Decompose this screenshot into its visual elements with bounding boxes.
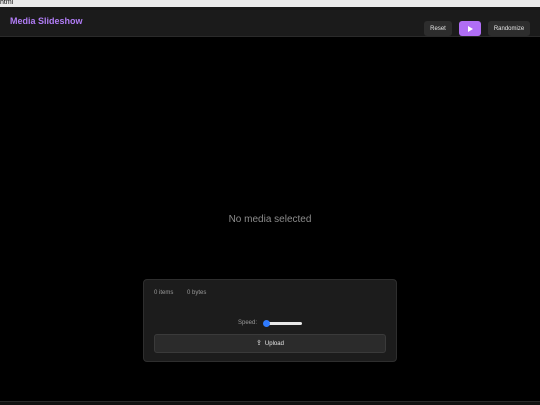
upload-label: Upload <box>264 340 284 347</box>
control-panel: 0 items 0 bytes Speed: ⇪ Upload <box>143 279 397 362</box>
app-header: Media Slideshow Reset Randomize <box>0 7 540 37</box>
empty-state-message: No media selected <box>228 214 312 225</box>
play-button[interactable] <box>459 21 481 36</box>
browser-strip: html <box>0 0 540 7</box>
upload-icon: ⇪ <box>256 340 262 347</box>
upload-button[interactable]: ⇪ Upload <box>154 334 386 353</box>
speed-slider[interactable] <box>262 320 302 327</box>
play-icon <box>467 25 473 32</box>
bottom-edge <box>0 401 540 405</box>
byte-count: 0 bytes <box>187 290 207 296</box>
speed-label: Speed: <box>238 320 258 326</box>
reset-button[interactable]: Reset <box>424 21 452 36</box>
randomize-button[interactable]: Randomize <box>488 21 530 36</box>
speed-control: Speed: <box>144 319 398 329</box>
item-count: 0 items <box>154 290 174 296</box>
app-title: Media Slideshow <box>10 16 83 26</box>
speed-slider-thumb[interactable] <box>262 320 270 327</box>
